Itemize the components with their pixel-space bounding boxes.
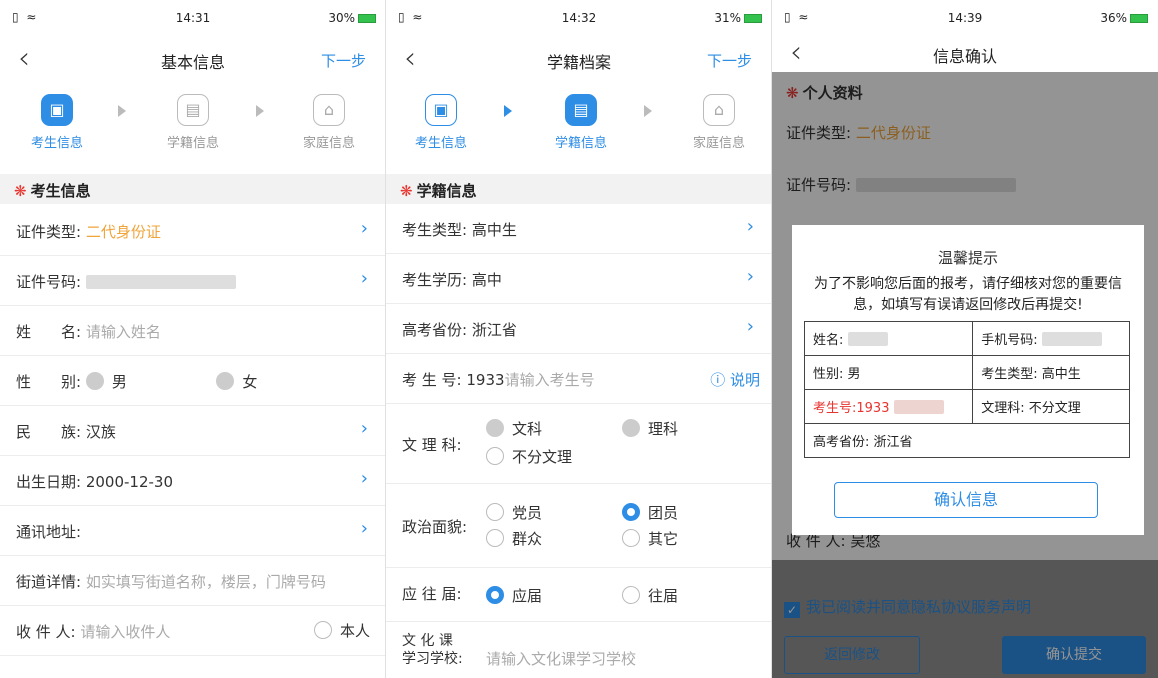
nav-bar: ‹ 信息确认 — [772, 30, 1158, 76]
cell-candidate-type: 考生类型: 高中生 — [972, 355, 1130, 390]
arts-science-row: 文 理 科: 文科 理科 不分文理 — [386, 404, 772, 484]
person-card-icon: ▣ — [425, 94, 457, 126]
confirm-info-button[interactable]: 确认信息 — [834, 482, 1098, 518]
battery-indicator: 36% — [1100, 11, 1148, 25]
step-indicator: ▣ 考生信息 ▤ 学籍信息 ⌂ 家庭信息 — [0, 90, 386, 170]
chevron-right-icon: › — [746, 266, 754, 287]
battery-icon — [358, 14, 376, 23]
school-row: 文 化 课 学习学校: 请输入文化课学习学校 — [402, 633, 637, 669]
info-table: 姓名: 手机号码: 性别: 男 考生类型: 高中生 考生号:1933 文理科: … — [803, 321, 1130, 458]
address-row[interactable]: 通讯地址: › — [0, 506, 386, 556]
home-icon: ⌂ — [703, 94, 735, 126]
recipient-input[interactable]: 请输入收件人 — [80, 623, 170, 641]
recipient-row: 收 件 人: 请输入收件人 本人 — [0, 606, 386, 656]
self-radio[interactable]: 本人 — [313, 620, 370, 641]
id-type-row[interactable]: 证件类型: 二代身份证 › — [0, 206, 386, 256]
battery-icon — [744, 14, 762, 23]
radio-arts[interactable]: 文科 — [486, 418, 542, 439]
person-card-icon: ▣ — [41, 94, 73, 126]
next-step-button[interactable]: 下一步 — [707, 50, 752, 71]
step-family-info[interactable]: ⌂ 家庭信息 — [674, 90, 764, 151]
radio-party-member[interactable]: 党员 — [486, 502, 542, 523]
cell-gender: 性别: 男 — [803, 355, 974, 390]
nation-row[interactable]: 民 族: 汉族 › — [0, 406, 386, 456]
radio-league-member[interactable]: 团员 — [622, 502, 678, 523]
education-row[interactable]: 考生学历: 高中 › — [386, 254, 772, 304]
name-row[interactable]: 姓 名: 请输入姓名 — [0, 306, 386, 356]
cell-candidate-number: 考生号:1933 — [803, 389, 974, 424]
status-bar: ▯ ≈ 14:31 30% — [0, 0, 386, 36]
radio-previous[interactable]: 往届 — [622, 585, 678, 606]
birth-date-row[interactable]: 出生日期: 2000-12-30 › — [0, 456, 386, 506]
home-icon: ⌂ — [313, 94, 345, 126]
status-bar: ▯ ≈ 14:32 31% — [386, 0, 772, 36]
school-input[interactable]: 请输入文化课学习学校 — [486, 648, 636, 669]
candidate-number-row: 考 生 号: 1933请输入考生号 ⓘ 说明 — [386, 354, 772, 404]
step-indicator: ▣ 考生信息 ▤ 学籍信息 ⌂ 家庭信息 — [386, 90, 772, 170]
street-row: 街道详情: 如实填写街道名称，楼层，门牌号码 — [0, 556, 386, 606]
radio-masses[interactable]: 群众 — [486, 528, 542, 549]
radio-current[interactable]: 应届 — [486, 585, 542, 606]
step-candidate-info[interactable]: ▣ 考生信息 — [396, 90, 486, 151]
next-step-button[interactable]: 下一步 — [321, 50, 366, 71]
cell-name: 姓名: — [803, 321, 974, 356]
modal-overlay-bottom — [772, 560, 1158, 678]
chevron-right-icon: › — [360, 268, 368, 289]
gender-male-radio[interactable]: 男 — [85, 372, 127, 391]
step-family-info[interactable]: ⌂ 家庭信息 — [284, 90, 374, 151]
cell-phone: 手机号码: — [972, 321, 1130, 356]
document-icon: ▤ — [565, 94, 597, 126]
cell-arts-science: 文理科: 不分文理 — [972, 389, 1130, 424]
political-status-row: 政治面貌: 党员 团员 群众 其它 — [386, 484, 772, 568]
chevron-right-icon: › — [360, 518, 368, 539]
step-arrow-icon — [504, 105, 512, 117]
step-school-info[interactable]: ▤ 学籍信息 — [148, 90, 238, 151]
battery-indicator: 30% — [328, 11, 376, 25]
chevron-right-icon: › — [360, 468, 368, 489]
graduate-year-row: 应 往 届: 应届 往届 — [386, 568, 772, 622]
school-archive-screen: ▯ ≈ 14:32 31% ‹ 学籍档案 下一步 ▣ 考生信息 ▤ 学籍信息 ⌂… — [386, 0, 772, 678]
province-row[interactable]: 高考省份: 浙江省 › — [386, 304, 772, 354]
battery-icon — [1130, 14, 1148, 23]
step-arrow-icon — [118, 105, 126, 117]
section-header: ❋ 考生信息 — [0, 174, 386, 204]
cell-province: 高考省份: 浙江省 — [804, 423, 1130, 458]
explain-link[interactable]: ⓘ 说明 — [710, 369, 760, 390]
id-number-row[interactable]: 证件号码: › — [0, 256, 386, 306]
dialog-message: 为了不影响您后面的报考，请仔细核对您的重要信息，如填写有误请返回修改后再提交! — [814, 276, 1122, 313]
step-candidate-info[interactable]: ▣ 考生信息 — [12, 90, 102, 151]
dialog-title: 温馨提示 — [937, 249, 998, 267]
name-input[interactable]: 请输入姓名 — [86, 323, 161, 341]
radio-other[interactable]: 其它 — [622, 528, 678, 549]
document-icon: ▤ — [177, 94, 209, 126]
street-input[interactable]: 如实填写街道名称，楼层，门牌号码 — [86, 573, 326, 591]
gender-female-radio[interactable]: 女 — [216, 372, 257, 391]
section-header: ❋ 学籍信息 — [386, 174, 772, 204]
page-title: 信息确认 — [932, 47, 997, 66]
nav-bar: ‹ 基本信息 下一步 — [0, 36, 386, 82]
chevron-right-icon: › — [746, 216, 754, 237]
chevron-right-icon: › — [746, 316, 754, 337]
step-arrow-icon — [644, 105, 652, 117]
candidate-type-row[interactable]: 考生类型: 高中生 › — [386, 204, 772, 254]
chevron-right-icon: › — [360, 418, 368, 439]
confirm-dialog: 温馨提示 为了不影响您后面的报考，请仔细核对您的重要信息，如填写有误请返回修改后… — [792, 225, 1144, 535]
redacted-value — [85, 275, 236, 289]
radio-no-split[interactable]: 不分文理 — [486, 446, 572, 467]
required-star-icon: ❋ — [14, 182, 27, 200]
nav-bar: ‹ 学籍档案 下一步 — [386, 36, 772, 82]
step-school-info[interactable]: ▤ 学籍信息 — [536, 90, 626, 151]
battery-indicator: 31% — [714, 11, 762, 25]
step-arrow-icon — [256, 105, 264, 117]
radio-science[interactable]: 理科 — [622, 418, 678, 439]
chevron-right-icon: › — [360, 218, 368, 239]
candidate-number-input[interactable]: 请输入考生号 — [505, 371, 595, 389]
gender-row: 性 别: 男 女 — [0, 356, 386, 406]
basic-info-screen: ▯ ≈ 14:31 30% ‹ 基本信息 下一步 ▣ 考生信息 ▤ 学籍信息 ⌂… — [0, 0, 386, 678]
info-confirm-screen: ▯ ≈ 14:39 36% ‹ 信息确认 ❋ 个人资料 证件类型: 二代身份证 证… — [772, 0, 1158, 678]
required-star-icon: ❋ — [400, 182, 413, 200]
